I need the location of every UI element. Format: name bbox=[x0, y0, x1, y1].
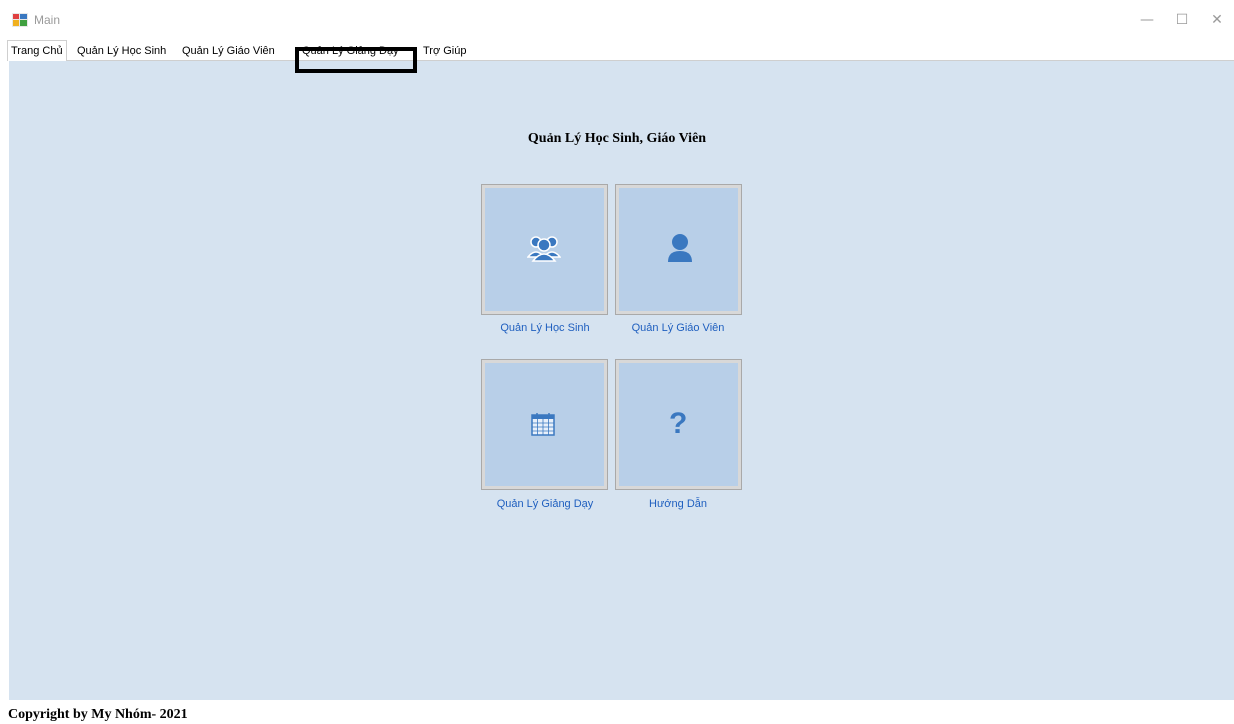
tab-quan-ly-giao-vien[interactable]: Quản Lý Giáo Viên bbox=[179, 43, 278, 60]
app-icon bbox=[12, 13, 28, 27]
teaching-tile-button[interactable] bbox=[481, 359, 608, 490]
window-title: Main bbox=[34, 13, 61, 27]
window-titlebar: Main — ☐ ✕ bbox=[0, 0, 1234, 40]
question-mark-icon: ? bbox=[669, 407, 688, 440]
tab-trang-chu[interactable]: Trang Chủ bbox=[7, 40, 67, 61]
help-tile-button[interactable]: ? bbox=[615, 359, 742, 490]
maximize-button[interactable]: ☐ bbox=[1171, 10, 1193, 30]
tab-strip: Trang Chủ Quản Lý Học Sinh Quản Lý Giáo … bbox=[7, 40, 1234, 61]
minimize-button[interactable]: — bbox=[1136, 10, 1158, 30]
page-heading: Quản Lý Học Sinh, Giáo Viên bbox=[527, 131, 707, 146]
tab-quan-ly-hoc-sinh[interactable]: Quản Lý Học Sinh bbox=[74, 43, 169, 60]
calendar-icon bbox=[531, 412, 555, 441]
tab-highlight-box bbox=[295, 47, 417, 73]
close-button[interactable]: ✕ bbox=[1206, 10, 1228, 30]
teachers-tile-label[interactable]: Quản Lý Giáo Viên bbox=[598, 322, 758, 334]
teachers-tile-button[interactable] bbox=[615, 184, 742, 315]
tab-tro-giup[interactable]: Trợ Giúp bbox=[420, 43, 469, 60]
help-tile-label[interactable]: Hướng Dẫn bbox=[598, 498, 758, 510]
copyright-footer: Copyright by My Nhóm- 2021 bbox=[8, 707, 188, 722]
students-tile-button[interactable] bbox=[481, 184, 608, 315]
teacher-person-icon bbox=[667, 233, 693, 268]
students-group-icon bbox=[526, 233, 562, 268]
